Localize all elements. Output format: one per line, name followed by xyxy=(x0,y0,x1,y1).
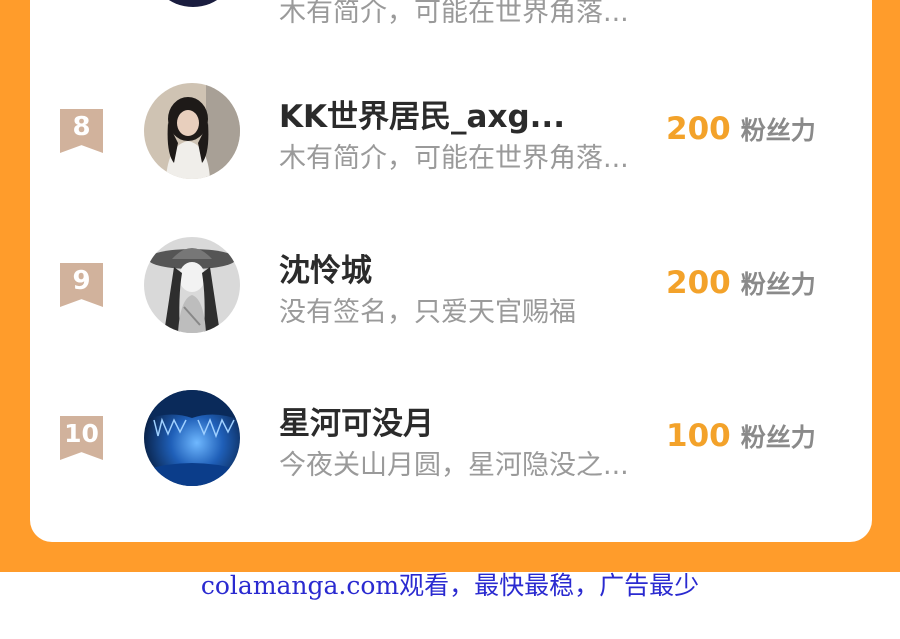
user-bio: 今夜关山月圆，星河隐没之... xyxy=(279,450,629,481)
avatar-image xyxy=(144,237,240,333)
list-item-partial[interactable]: 木有简介，可能在世界角落... xyxy=(0,0,900,28)
avatar[interactable] xyxy=(148,0,238,7)
list-item[interactable]: 8 KK世界居民_axg... 木有简介，可能在世界角落... 200 粉丝力 xyxy=(0,77,900,187)
fans-power: 200 粉丝力 xyxy=(666,265,816,301)
rank-badge: 8 xyxy=(60,109,103,153)
fans-value: 200 xyxy=(666,265,731,301)
list-item[interactable]: 10 星河可没月 今夜关山月圆，星河隐没之... 100 粉丝力 xyxy=(0,384,900,494)
fans-power: 100 粉丝力 xyxy=(666,418,816,454)
fans-label: 粉丝力 xyxy=(740,423,816,452)
fans-value: 200 xyxy=(666,111,731,147)
avatar[interactable] xyxy=(144,390,240,486)
user-bio: 木有简介，可能在世界角落... xyxy=(279,0,629,28)
user-name[interactable]: 沈怜城 xyxy=(279,245,372,290)
fans-label: 粉丝力 xyxy=(740,270,816,299)
user-bio: 没有签名，只爱天官赐福 xyxy=(279,297,576,328)
avatar[interactable] xyxy=(144,237,240,333)
fans-value: 100 xyxy=(666,418,731,454)
fans-label: 粉丝力 xyxy=(740,116,816,145)
user-name[interactable]: KK世界居民_axg... xyxy=(279,91,565,136)
avatar-image xyxy=(144,390,240,486)
rank-badge: 9 xyxy=(60,263,103,307)
fans-power: 200 粉丝力 xyxy=(666,111,816,147)
avatar[interactable] xyxy=(144,83,240,179)
user-bio: 木有简介，可能在世界角落... xyxy=(279,143,629,174)
rank-badge: 10 xyxy=(60,416,103,460)
list-item[interactable]: 9 沈怜城 没有签名，只爱天官赐福 200 粉丝力 xyxy=(0,231,900,341)
site-footer-banner[interactable]: colamanga.com观看，最快最稳，广告最少 xyxy=(0,572,900,639)
avatar-image xyxy=(144,83,240,179)
user-name[interactable]: 星河可没月 xyxy=(279,398,434,443)
footer-text[interactable]: colamanga.com观看，最快最稳，广告最少 xyxy=(201,571,699,600)
